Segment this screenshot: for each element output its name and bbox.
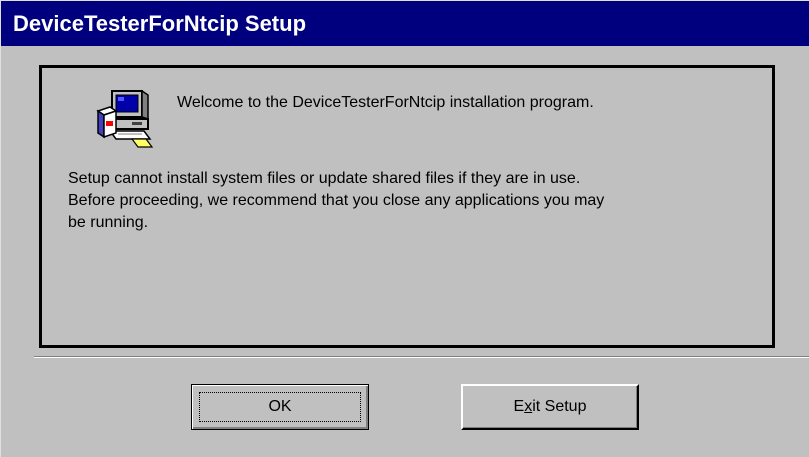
welcome-panel: Welcome to the DeviceTesterForNtcip inst… — [39, 65, 775, 348]
exit-setup-button[interactable]: Exit Setup — [461, 384, 639, 430]
exit-button-label: Exit Setup — [513, 398, 587, 415]
title-bar[interactable]: DeviceTesterForNtcip Setup — [1, 1, 809, 46]
setup-computer-icon — [96, 89, 154, 148]
welcome-message: Welcome to the DeviceTesterForNtcip inst… — [177, 94, 594, 111]
instructions-text: Setup cannot install system files or upd… — [68, 170, 605, 231]
separator — [34, 356, 809, 358]
ok-button[interactable]: OK — [191, 384, 369, 430]
ok-button-label: OK — [268, 398, 292, 415]
window-title: DeviceTesterForNtcip Setup — [13, 10, 307, 36]
setup-dialog: DeviceTesterForNtcip Setup Welcome to th… — [0, 0, 809, 457]
